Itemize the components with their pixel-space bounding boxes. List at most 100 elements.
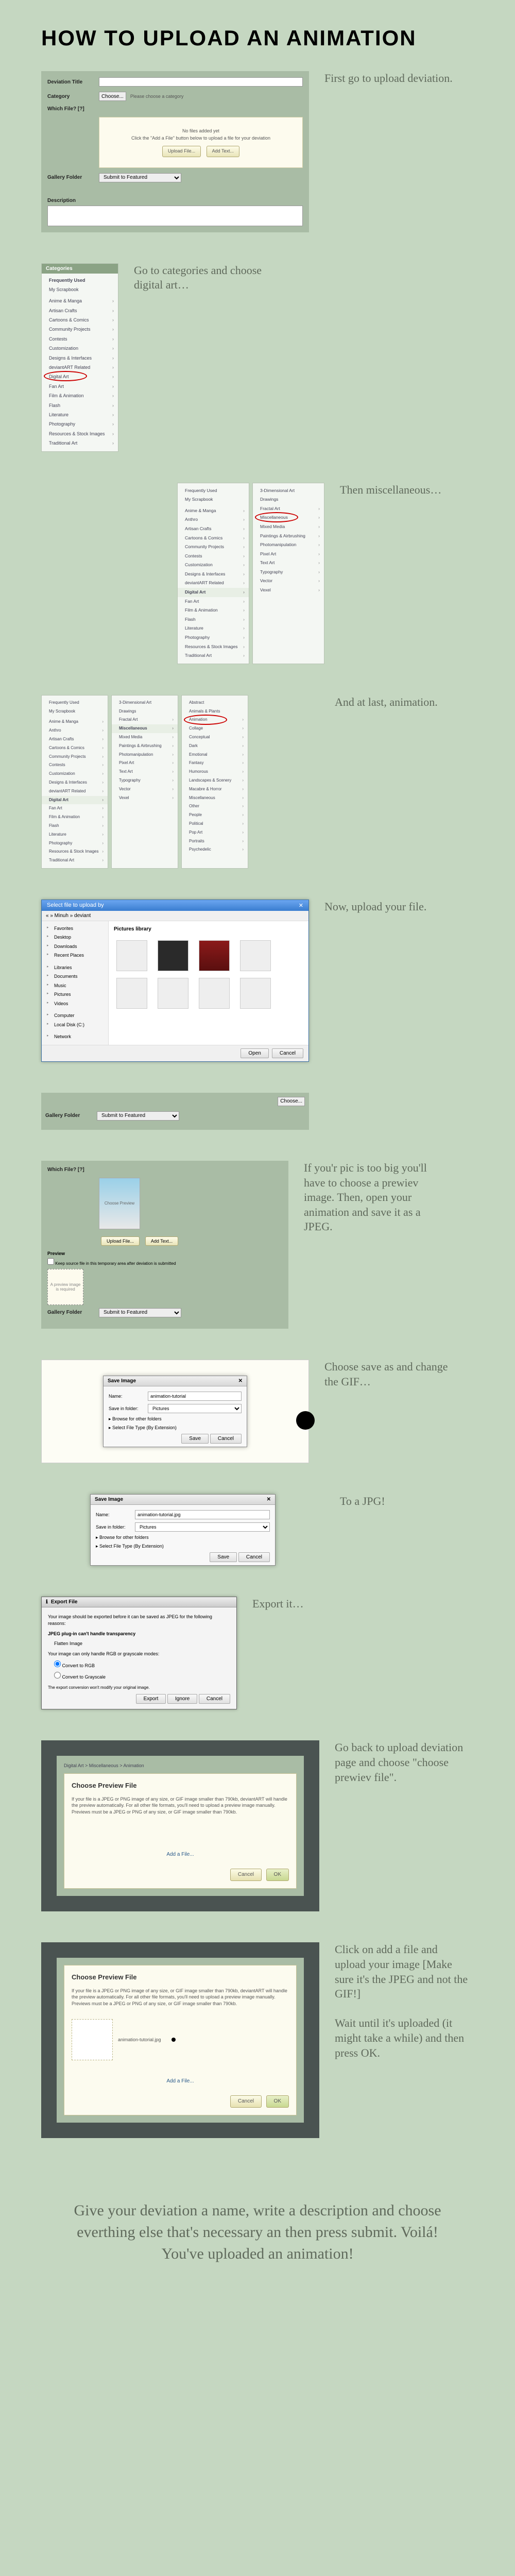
category-item[interactable]: Designs & Interfaces	[42, 353, 118, 363]
category-item[interactable]: Literature	[178, 624, 249, 633]
category-item[interactable]: Resources & Stock Images	[42, 848, 108, 856]
category-item[interactable]: Resources & Stock Images	[178, 642, 249, 652]
category-item[interactable]: Flash	[42, 822, 108, 831]
cancel-button[interactable]: Cancel	[210, 1434, 242, 1444]
sidebar-item[interactable]: Music	[45, 981, 105, 991]
category-item[interactable]: Photography	[42, 419, 118, 429]
category-item[interactable]: Community Projects	[178, 543, 249, 552]
category-item[interactable]: Photography	[178, 633, 249, 642]
export-button[interactable]: Export	[136, 1694, 166, 1704]
category-item[interactable]: Paintings & Airbrushing	[253, 532, 324, 541]
savein-select[interactable]: Pictures	[135, 1522, 270, 1532]
category-item[interactable]: Vector	[112, 785, 178, 794]
browse-folders[interactable]: Browse for other folders	[112, 1416, 162, 1421]
file-thumb[interactable]	[114, 940, 150, 973]
category-item[interactable]: Dark	[182, 742, 248, 751]
choose-category-button[interactable]: Choose...	[99, 92, 126, 101]
category-item[interactable]: Digital Art	[178, 588, 249, 597]
sidebar-item[interactable]: Computer	[45, 1011, 105, 1021]
category-item[interactable]: Flash	[178, 615, 249, 624]
category-item[interactable]: Macabre & Horror	[182, 785, 248, 794]
sidebar-item[interactable]: Desktop	[45, 933, 105, 942]
category-item[interactable]: Fractal Art	[253, 504, 324, 514]
grey-radio[interactable]	[54, 1672, 61, 1679]
category-item[interactable]: Pixel Art	[112, 759, 178, 768]
cancel-button[interactable]: Cancel	[230, 1869, 262, 1881]
category-item[interactable]: Community Projects	[42, 753, 108, 761]
category-item[interactable]: Vexel	[112, 794, 178, 803]
category-item[interactable]: Fan Art	[42, 804, 108, 813]
category-item[interactable]: Drawings	[112, 707, 178, 716]
keep-source-checkbox[interactable]	[47, 1258, 54, 1265]
category-item[interactable]: Animals & Plants	[182, 707, 248, 716]
category-item[interactable]: Anthro	[178, 515, 249, 524]
deviation-title-input[interactable]	[99, 77, 303, 87]
sidebar-item[interactable]: Network	[45, 1032, 105, 1042]
category-item[interactable]: Paintings & Airbrushing	[112, 742, 178, 751]
open-button[interactable]: Open	[241, 1048, 268, 1058]
add-file-link[interactable]: Add a File...	[166, 1851, 194, 1858]
choose-btn[interactable]: Choose...	[278, 1097, 305, 1106]
category-item[interactable]: 3-Dimensional Art	[112, 699, 178, 707]
category-item[interactable]: People	[182, 811, 248, 820]
preview-required-box[interactable]: A preview image is required	[47, 1269, 83, 1305]
cancel-button[interactable]: Cancel	[272, 1048, 303, 1058]
category-item[interactable]: Digital Art	[42, 372, 118, 381]
cancel-button[interactable]: Cancel	[199, 1694, 230, 1704]
filename-input[interactable]	[135, 1510, 270, 1519]
category-item[interactable]: Literature	[42, 831, 108, 839]
category-item[interactable]: Typography	[112, 776, 178, 785]
category-item[interactable]: Contests	[178, 552, 249, 561]
category-item[interactable]: Collage	[182, 724, 248, 733]
sidebar-item[interactable]: Pictures	[45, 990, 105, 999]
file-thumb[interactable]	[237, 940, 273, 973]
category-item[interactable]: Film & Animation	[178, 606, 249, 615]
category-item[interactable]: Text Art	[112, 768, 178, 776]
category-item[interactable]: My Scrapbook	[42, 707, 108, 716]
add-text-button[interactable]: Add Text...	[145, 1236, 178, 1246]
category-item[interactable]: deviantART Related	[42, 363, 118, 372]
category-item[interactable]: Contests	[42, 334, 118, 344]
sidebar-item[interactable]: Local Disk (C:)	[45, 1021, 105, 1030]
close-icon[interactable]: ✕	[238, 1378, 243, 1384]
category-item[interactable]: My Scrapbook	[42, 285, 118, 294]
category-item[interactable]: Traditional Art	[42, 856, 108, 865]
category-item[interactable]: Customization	[178, 561, 249, 570]
category-item[interactable]: Mixed Media	[112, 733, 178, 742]
category-item[interactable]: Anime & Manga	[42, 718, 108, 726]
sidebar-item[interactable]: Documents	[45, 972, 105, 981]
select-type[interactable]: Select File Type (By Extension)	[99, 1544, 164, 1549]
select-type[interactable]: Select File Type (By Extension)	[112, 1425, 177, 1430]
file-thumb[interactable]	[237, 978, 273, 1010]
ok-button[interactable]: OK	[266, 2095, 289, 2108]
category-item[interactable]: Fan Art	[178, 597, 249, 606]
ignore-button[interactable]: Ignore	[167, 1694, 197, 1704]
category-item[interactable]: deviantART Related	[42, 787, 108, 796]
browse-folders[interactable]: Browse for other folders	[99, 1535, 149, 1540]
category-item[interactable]: Contests	[42, 761, 108, 770]
upload-file-button[interactable]: Upload File...	[162, 146, 201, 157]
category-item[interactable]: Miscellaneous	[253, 513, 324, 522]
category-item[interactable]: Traditional Art	[42, 438, 118, 448]
sidebar-item[interactable]: Videos	[45, 999, 105, 1009]
upload-file-button[interactable]: Upload File...	[101, 1236, 140, 1246]
category-item[interactable]: Humorous	[182, 768, 248, 776]
category-item[interactable]: Anime & Manga	[42, 296, 118, 306]
category-item[interactable]: Text Art	[253, 558, 324, 568]
category-item[interactable]: Traditional Art	[178, 651, 249, 660]
cancel-button[interactable]: Cancel	[238, 1552, 270, 1562]
category-item[interactable]: Designs & Interfaces	[42, 778, 108, 787]
file-thumb[interactable]	[196, 940, 232, 973]
category-item[interactable]: Fantasy	[182, 759, 248, 768]
gallery-folder-select[interactable]: Submit to Featured	[99, 1308, 181, 1317]
category-item[interactable]: My Scrapbook	[178, 495, 249, 504]
category-item[interactable]: Artisan Crafts	[42, 735, 108, 744]
category-item[interactable]: Psychedelic	[182, 845, 248, 854]
category-item[interactable]: Fan Art	[42, 382, 118, 391]
category-item[interactable]: Customization	[42, 770, 108, 778]
file-thumb[interactable]	[155, 940, 191, 973]
category-item[interactable]: Photomanipulation	[112, 751, 178, 759]
category-item[interactable]: Photomanipulation	[253, 540, 324, 550]
filename-input[interactable]	[148, 1392, 242, 1401]
save-button[interactable]: Save	[210, 1552, 237, 1562]
